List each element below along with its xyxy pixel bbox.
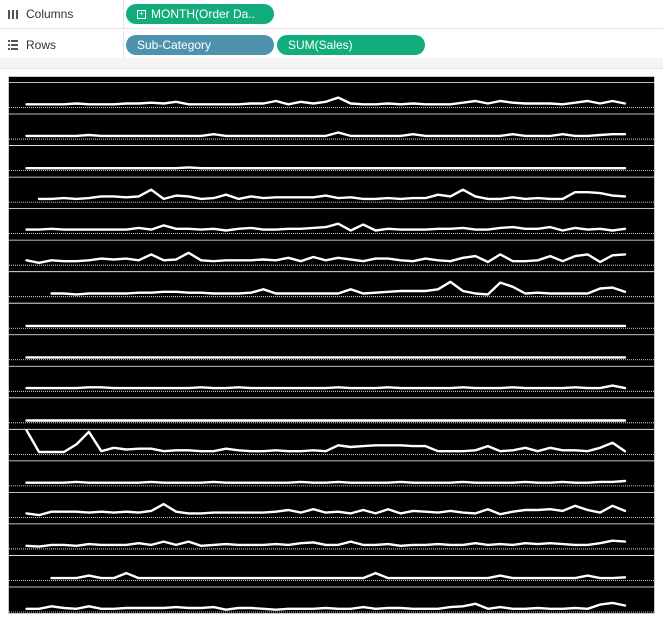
- rows-shelf: Rows Sub-Category SUM(Sales): [0, 31, 663, 60]
- month-order-date-pill[interactable]: + MONTH(Order Da..: [126, 4, 274, 24]
- sparkline-chart: [9, 77, 654, 613]
- shelf-divider: [0, 58, 663, 69]
- sub-category-pill[interactable]: Sub-Category: [126, 35, 274, 55]
- chart-area: [8, 76, 655, 614]
- columns-label-text: Columns: [26, 7, 74, 21]
- rows-icon: [4, 39, 22, 51]
- rows-label-text: Rows: [26, 38, 57, 52]
- sales-series-line[interactable]: [25, 166, 627, 170]
- columns-shelf-label: Columns: [0, 0, 124, 28]
- columns-pills: + MONTH(Order Da..: [124, 4, 277, 24]
- expand-plus-icon[interactable]: +: [137, 9, 146, 19]
- month-order-date-pill-label: MONTH(Order Da..: [151, 7, 256, 21]
- rows-pills: Sub-Category SUM(Sales): [124, 35, 428, 55]
- sum-sales-pill-label: SUM(Sales): [288, 38, 353, 52]
- sub-category-pill-label: Sub-Category: [137, 38, 212, 52]
- chart-background: [9, 77, 654, 613]
- rows-shelf-label: Rows: [0, 31, 124, 59]
- columns-shelf: Columns + MONTH(Order Da..: [0, 0, 663, 29]
- columns-icon: [4, 8, 22, 20]
- sum-sales-pill[interactable]: SUM(Sales): [277, 35, 425, 55]
